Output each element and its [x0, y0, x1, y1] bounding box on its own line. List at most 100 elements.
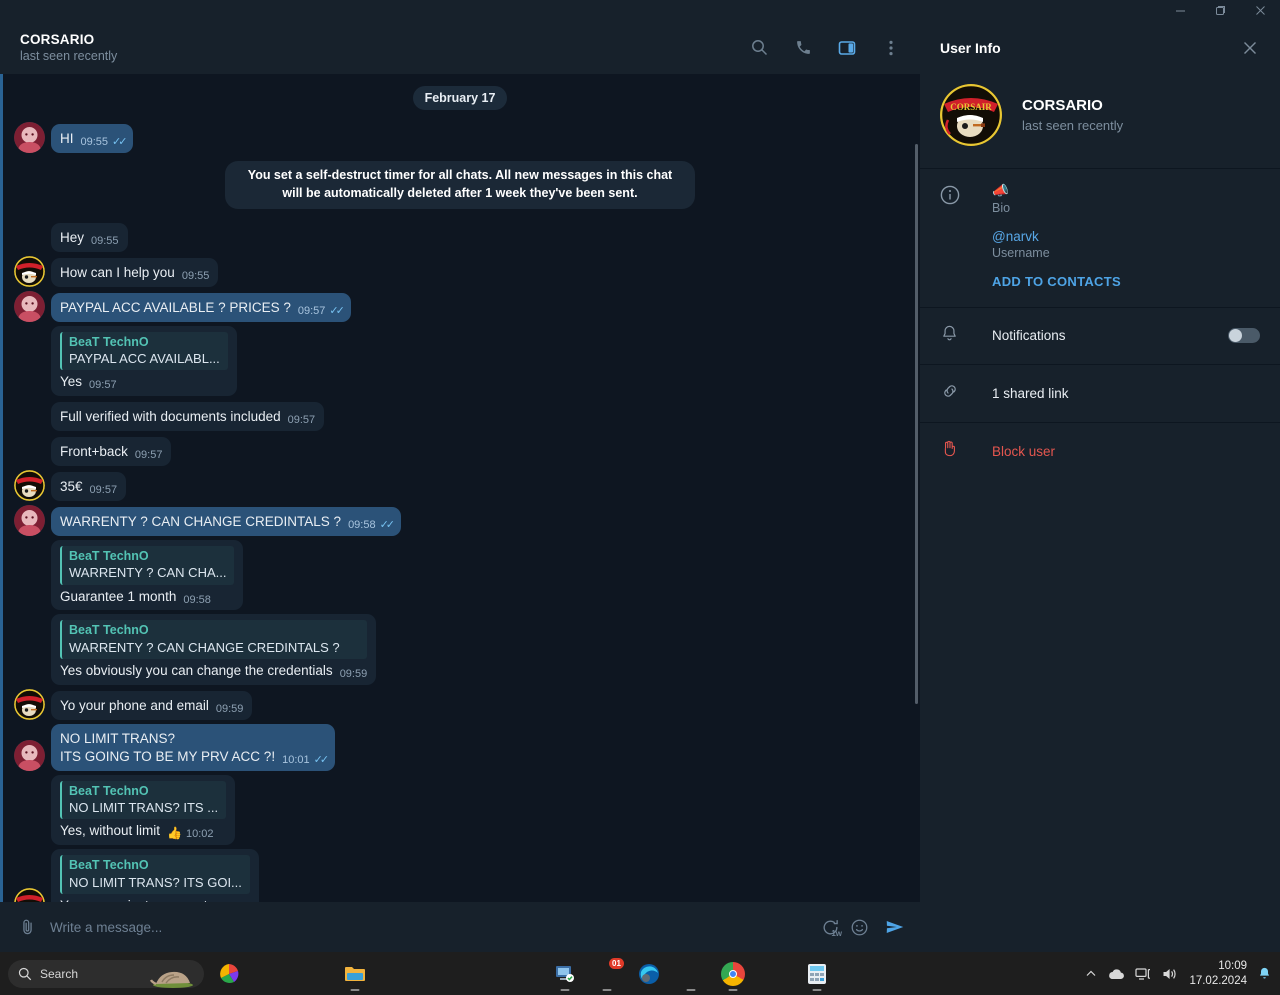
shared-links-section: 1 shared link: [920, 364, 1280, 422]
message-meta: 09:57: [90, 483, 118, 498]
message-bubble[interactable]: BeaT TechnO NO LIMIT TRANS? ITS ... Yes, w…: [51, 774, 236, 846]
snipping-tool-icon[interactable]: [756, 955, 794, 993]
avatar[interactable]: [14, 688, 45, 720]
message-row: HI 09:55 ✓✓: [14, 122, 906, 153]
figma-icon-glyph: [427, 962, 451, 986]
calculator-icon[interactable]: [798, 955, 836, 993]
brave-icon[interactable]: [504, 955, 542, 993]
task-view-icon[interactable]: [252, 955, 290, 993]
avatar-spacer: [14, 221, 45, 252]
restore-button[interactable]: [1200, 0, 1240, 21]
vmware-icon[interactable]: [546, 955, 584, 993]
taskbar-clock[interactable]: 10:09 17.02.2024: [1189, 959, 1247, 989]
figma-icon[interactable]: [420, 955, 458, 993]
self-destruct-timer-icon[interactable]: 1w: [816, 913, 844, 941]
username-value[interactable]: @narvk: [992, 229, 1260, 244]
shared-links-label: 1 shared link: [992, 386, 1069, 401]
reply-quote[interactable]: BeaT TechnO NO LIMIT TRANS? ITS ...: [60, 780, 227, 820]
message-bubble[interactable]: PAYPAL ACC AVAILABLE ? PRICES ? 09:57 ✓✓: [51, 292, 351, 322]
panel-toggle-icon[interactable]: [830, 31, 864, 65]
message-bubble[interactable]: BeaT TechnONO LIMIT TRANS? ITS GOI... Yes…: [51, 849, 259, 902]
message-bubble[interactable]: BeaT TechnO WARRENTY ? CAN CHA... Guarante…: [51, 539, 244, 611]
search-icon[interactable]: [742, 31, 776, 65]
taskbar-search[interactable]: Search: [8, 959, 204, 988]
avatar[interactable]: [14, 504, 45, 536]
paperclip-icon[interactable]: [12, 918, 42, 937]
message-bubble[interactable]: Front+back 09:57: [51, 437, 172, 466]
message-meta: 09:58: [183, 593, 211, 608]
message-bubble[interactable]: WARRENTY ? CAN CHANGE CREDINTALS ? 09:58 ✓…: [51, 507, 402, 536]
chat-title-block[interactable]: CORSARIO last seen recently: [20, 32, 742, 63]
visio-icon[interactable]: [462, 955, 500, 993]
message-bubble[interactable]: BeaT TechnO PAYPAL ACC AVAILABL... Yes 09:5…: [51, 325, 237, 396]
volume-icon[interactable]: [1162, 967, 1179, 981]
telegram-icon[interactable]: 01: [588, 955, 626, 993]
message-input[interactable]: [42, 919, 816, 935]
reply-quote[interactable]: BeaT TechnO WARRENTY ? CAN CHA...: [60, 545, 235, 585]
chevron-up-icon[interactable]: [1085, 968, 1097, 980]
reply-quote[interactable]: BeaT TechnO PAYPAL ACC AVAILABL...: [60, 331, 228, 371]
avatar[interactable]: [14, 739, 45, 771]
teams-icon[interactable]: [294, 955, 332, 993]
message-meta: 09:57: [288, 413, 316, 428]
message-bubble[interactable]: Full verified with documents included 09:…: [51, 402, 325, 431]
reply-quote-author: BeaT TechnO: [69, 548, 149, 563]
onedrive-cloud-icon[interactable]: [1107, 967, 1125, 981]
avatar[interactable]: [14, 888, 45, 902]
microsoft-store-icon[interactable]: [378, 955, 416, 993]
add-to-contacts-button[interactable]: ADD TO CONTACTS: [992, 260, 1260, 293]
network-icon[interactable]: [1135, 967, 1152, 981]
avatar[interactable]: [14, 469, 45, 501]
phone-icon[interactable]: [786, 31, 820, 65]
username-row[interactable]: @narvk Username ADD TO CONTACTS: [920, 229, 1280, 307]
avatar-spacer: [14, 365, 45, 396]
window-titlebar: [0, 0, 1280, 21]
file-explorer-icon[interactable]: [336, 955, 374, 993]
avatar[interactable]: [14, 255, 45, 287]
chat-header: CORSARIO last seen recently: [0, 21, 920, 74]
edge-icon[interactable]: [630, 955, 668, 993]
shared-links-row[interactable]: 1 shared link: [920, 365, 1280, 422]
office-icon[interactable]: [210, 955, 248, 993]
message-meta: 👍 10:02: [167, 826, 213, 842]
message-bubble[interactable]: 35€ 09:57: [51, 472, 127, 501]
bio-row[interactable]: 📣 Bio: [920, 183, 1280, 229]
close-button[interactable]: [1240, 0, 1280, 21]
chat-scrollbar[interactable]: [915, 144, 918, 704]
chat-header-actions: [742, 31, 908, 65]
minimize-button[interactable]: [1160, 0, 1200, 21]
profile-name: CORSARIO: [1022, 97, 1103, 114]
taskbar-search-label: Search: [40, 966, 79, 981]
notification-bell-icon[interactable]: [1257, 966, 1272, 981]
message-list[interactable]: February 17 HI 09:55 ✓✓ You set a self-dest…: [0, 74, 920, 902]
block-user-row[interactable]: Block user: [920, 423, 1280, 479]
message-reaction[interactable]: 👍: [167, 826, 182, 842]
avatar[interactable]: [14, 122, 45, 153]
emoji-icon[interactable]: [844, 918, 874, 937]
send-icon[interactable]: [884, 916, 906, 938]
close-icon[interactable]: [1234, 32, 1266, 64]
notifications-row[interactable]: Notifications: [920, 322, 1280, 364]
message-text-line: Guarantee 1 month 09:58: [60, 588, 234, 606]
message-bubble[interactable]: BeaT TechnO WARRENTY ? CAN CHANGE CREDINT…: [51, 614, 377, 685]
message-meta: 09:55 ✓✓: [81, 135, 128, 150]
message-time: 09:58: [183, 593, 211, 606]
notifications-toggle[interactable]: [1228, 327, 1260, 343]
message-bubble[interactable]: HI 09:55 ✓✓: [51, 124, 134, 153]
message-row: Yo your phone and email 09:59: [14, 688, 906, 720]
notepad-icon[interactable]: [672, 955, 710, 993]
message-bubble[interactable]: Hey 09:55: [51, 222, 128, 252]
block-user-label: Block user: [992, 443, 1056, 459]
message-bubble[interactable]: Yo your phone and email 09:59: [51, 691, 253, 720]
reply-quote-author: BeaT TechnO: [69, 623, 149, 638]
reply-quote[interactable]: BeaT TechnO NO LIMIT TRANS? ITS GOI...: [60, 855, 250, 894]
reply-quote[interactable]: BeaT TechnO WARRENTY ? CAN CHANGE CREDINT…: [60, 620, 368, 660]
message-row: How can I help you 09:55: [14, 255, 906, 287]
message-bubble[interactable]: How can I help you 09:55: [51, 257, 219, 287]
chrome-icon[interactable]: [714, 955, 752, 993]
avatar[interactable]: CORSAIR: [940, 84, 1002, 146]
message-bubble[interactable]: NO LIMIT TRANS? ITS GOING TO BE MY PRV A…: [51, 723, 336, 771]
avatar[interactable]: [14, 290, 45, 322]
more-menu-icon[interactable]: [874, 31, 908, 65]
windows-taskbar: Search 01 10:09 17.02.2024: [0, 952, 1280, 995]
